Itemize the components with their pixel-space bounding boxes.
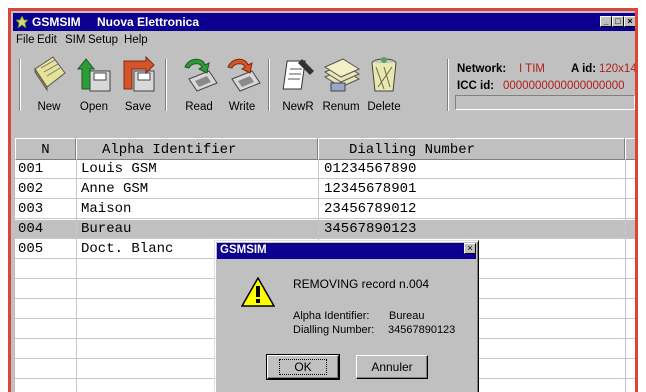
save-arrow-icon [123,55,155,92]
cell-alpha: Bureau [81,221,132,237]
renum-button[interactable]: Renum [318,51,364,117]
alpha-info-label: Alpha Identifier: [293,310,370,322]
column-header-n[interactable]: N [15,138,76,160]
icc-value: 0000000000000000000 [503,80,625,92]
toolbar-separator [268,59,270,111]
save-button[interactable]: Save [115,51,161,117]
menu-file[interactable]: File [16,34,35,46]
table-row[interactable]: 001 Louis GSM 01234567890 [15,160,635,179]
renum-label: Renum [322,101,360,113]
app-subtitle: Nuova Elettronica [97,15,200,29]
cell-n: 004 [18,221,44,237]
column-divider [625,160,626,392]
new-record-button[interactable]: NewR [275,51,321,117]
write-button[interactable]: Write [219,51,265,117]
cell-alpha: Doct. Blanc [81,241,174,257]
network-info: Network: I TIM A id: 120x14 ICC id: 0000… [452,51,637,121]
toolbar-separator [165,59,167,111]
cell-n: 005 [18,241,44,257]
menu-setup[interactable]: Setup [88,34,118,46]
read-label: Read [185,101,213,113]
column-header-alpha[interactable]: Alpha Identifier [76,138,318,160]
aid-value: 120x14 [599,63,637,75]
write-sim-icon [227,58,261,92]
icc-label: ICC id: [457,80,495,92]
cell-n: 002 [18,181,44,197]
renumber-icon [323,58,361,92]
trash-icon [371,57,397,92]
cell-number: 12345678901 [324,181,417,197]
app-window: GSMSIM Nuova Elettronica _ □ × File Edit… [8,8,638,392]
status-field [455,95,635,110]
ok-button-label: OK [279,359,327,375]
cancel-button[interactable]: Annuler [356,355,428,379]
save-label: Save [124,101,152,113]
aid-label: A id: [571,63,597,75]
cell-n: 001 [18,161,44,177]
cell-n: 003 [18,201,44,217]
delete-button[interactable]: Delete [361,51,407,117]
dialog-title-bar[interactable]: GSMSIM [217,243,476,259]
table-row[interactable]: 002 Anne GSM 12345678901 [15,180,635,199]
menu-edit[interactable]: Edit [37,34,57,46]
menu-help[interactable]: Help [124,34,148,46]
toolbar-separator [447,59,449,111]
cell-number: 01234567890 [324,161,417,177]
new-button[interactable]: New [26,51,72,117]
maximize-button[interactable]: □ [612,16,624,27]
title-bar[interactable]: GSMSIM Nuova Elettronica _ □ × [13,13,635,31]
cell-number: 34567890123 [324,221,417,237]
table-row[interactable]: 003 Maison 23456789012 [15,200,635,219]
dialog-close-button[interactable]: × [464,243,476,254]
column-divider [76,160,77,392]
table-row-selected[interactable]: 004 Bureau 34567890123 [15,220,635,239]
open-label: Open [79,101,109,113]
cell-number: 23456789012 [324,201,417,217]
network-value: I TIM [519,63,545,75]
read-sim-icon [184,58,218,92]
new-record-icon [282,59,314,90]
close-window-button[interactable]: × [624,16,635,27]
column-header-number[interactable]: Dialling Number [318,138,625,160]
confirm-delete-dialog: GSMSIM × REMOVING record n.004 Alpha Ide… [214,240,479,392]
menu-bar: File Edit SIM Setup Help [13,32,635,49]
alpha-info-value: Bureau [389,310,425,322]
write-label: Write [228,101,256,113]
cell-alpha: Louis GSM [81,161,157,177]
delete-label: Delete [367,101,401,113]
cell-alpha: Maison [81,201,132,217]
column-header-extra [625,138,635,160]
ok-button[interactable]: OK [266,354,340,380]
number-info-label: Dialling Number: [293,324,375,336]
open-arrow-icon [76,58,111,92]
app-title: GSMSIM [32,15,81,29]
minimize-button[interactable]: _ [600,16,612,27]
new-record-label: NewR [282,101,314,113]
dialog-message: REMOVING record n.004 [293,277,430,291]
network-label: Network: [457,63,507,75]
open-button[interactable]: Open [71,51,117,117]
cell-alpha: Anne GSM [81,181,149,197]
toolbar-separator [19,59,21,111]
dialog-title: GSMSIM [220,244,267,256]
app-icon [16,16,28,28]
warning-icon [241,277,275,307]
number-info-value: 34567890123 [388,324,456,336]
menu-sim[interactable]: SIM [65,34,85,46]
read-button[interactable]: Read [176,51,222,117]
new-label: New [37,101,61,113]
notepad-icon [34,56,66,92]
